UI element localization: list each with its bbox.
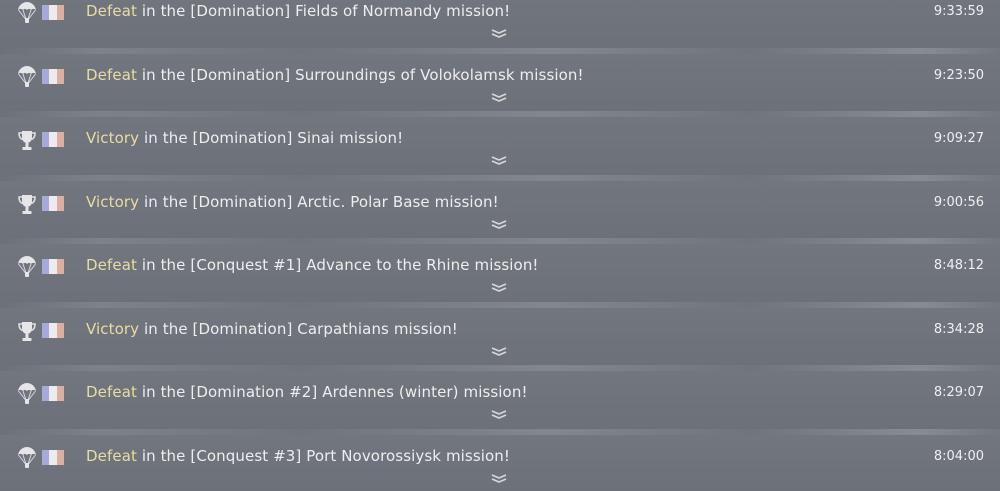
parachute-icon: [16, 382, 38, 406]
country-flag-icon: [42, 68, 64, 84]
expand-chevron-icon[interactable]: [490, 155, 508, 167]
entry-timestamp: 9:23:50: [933, 67, 984, 83]
country-flag-icon: [42, 5, 64, 20]
entry-message: Defeat in the [Domination #2] Ardennes (…: [86, 383, 528, 401]
entry-message: Defeat in the [Conquest #3] Port Novoros…: [86, 447, 510, 465]
log-entry-row[interactable]: Defeat in the [Conquest #3] Port Novoros…: [0, 434, 1000, 491]
result-label: Defeat: [86, 256, 137, 274]
log-entry-row[interactable]: Victory in the [Domination] Carpathians …: [0, 307, 1000, 371]
result-label: Victory: [86, 192, 140, 211]
parachute-icon: [16, 446, 38, 470]
mission-text: in the [Conquest #3] Port Novorossiysk m…: [136, 446, 511, 465]
country-flag-icon: [42, 259, 64, 274]
entry-message: Victory in the [Domination] Sinai missio…: [86, 129, 403, 147]
expand-chevron-icon[interactable]: [490, 282, 508, 294]
entry-timestamp: 9:09:27: [933, 131, 984, 146]
entry-timestamp: 8:29:07: [933, 385, 984, 400]
parachute-icon: [16, 65, 38, 89]
country-flag-icon: [42, 322, 64, 338]
log-entry-row[interactable]: Defeat in the [Conquest #1] Advance to t…: [0, 244, 1000, 308]
result-label: Defeat: [86, 383, 137, 401]
mission-text: in the [Domination] Arctic. Polar Base m…: [139, 192, 499, 211]
entry-timestamp: 9:33:59: [933, 4, 984, 19]
result-label: Victory: [86, 319, 140, 338]
parachute-icon: [16, 1, 38, 25]
log-entry-row[interactable]: Victory in the [Domination] Arctic. Pola…: [0, 180, 1000, 244]
entry-message: Defeat in the [Domination] Fields of Nor…: [86, 2, 510, 20]
country-flag-icon: [42, 195, 64, 211]
result-label: Victory: [86, 129, 140, 147]
log-entry-row[interactable]: Defeat in the [Domination] Fields of Nor…: [0, 0, 1000, 54]
expand-chevron-icon[interactable]: [490, 92, 508, 104]
expand-chevron-icon[interactable]: [490, 219, 508, 231]
mission-text: in the [Domination] Fields of Normandy m…: [136, 2, 511, 20]
trophy-icon: [16, 319, 38, 343]
expand-chevron-icon[interactable]: [490, 28, 508, 40]
parachute-icon: [16, 255, 38, 279]
country-flag-icon: [42, 386, 64, 401]
mission-text: in the [Conquest #1] Advance to the Rhin…: [136, 256, 539, 274]
result-label: Defeat: [86, 446, 137, 465]
trophy-icon: [16, 128, 38, 152]
expand-chevron-icon[interactable]: [490, 346, 508, 358]
log-entry-row[interactable]: Victory in the [Domination] Sinai missio…: [0, 117, 1000, 181]
mission-text: in the [Domination] Sinai mission!: [139, 129, 404, 147]
entry-message: Defeat in the [Domination] Surroundings …: [86, 66, 584, 84]
result-label: Defeat: [86, 2, 137, 20]
entry-timestamp: 8:48:12: [933, 258, 984, 273]
entry-message: Victory in the [Domination] Arctic. Pola…: [86, 193, 499, 211]
mission-text: in the [Domination #2] Ardennes (winter)…: [136, 383, 528, 401]
expand-chevron-icon[interactable]: [490, 409, 508, 421]
result-label: Defeat: [86, 65, 137, 84]
country-flag-icon: [42, 132, 64, 147]
entry-timestamp: 8:04:00: [933, 448, 984, 464]
mission-text: in the [Domination] Surroundings of Volo…: [136, 65, 584, 84]
log-entry-row[interactable]: Defeat in the [Domination #2] Ardennes (…: [0, 371, 1000, 435]
log-entry-row[interactable]: Defeat in the [Domination] Surroundings …: [0, 53, 1000, 117]
expand-chevron-icon[interactable]: [490, 473, 508, 485]
entry-timestamp: 9:00:56: [933, 194, 984, 210]
entry-message: Victory in the [Domination] Carpathians …: [86, 320, 458, 338]
trophy-icon: [16, 192, 38, 216]
entry-message: Defeat in the [Conquest #1] Advance to t…: [86, 256, 539, 274]
mission-text: in the [Domination] Carpathians mission!: [139, 319, 458, 338]
country-flag-icon: [42, 449, 64, 465]
battle-log-list: Defeat in the [Domination] Fields of Nor…: [0, 0, 1000, 491]
entry-timestamp: 8:34:28: [933, 321, 984, 337]
